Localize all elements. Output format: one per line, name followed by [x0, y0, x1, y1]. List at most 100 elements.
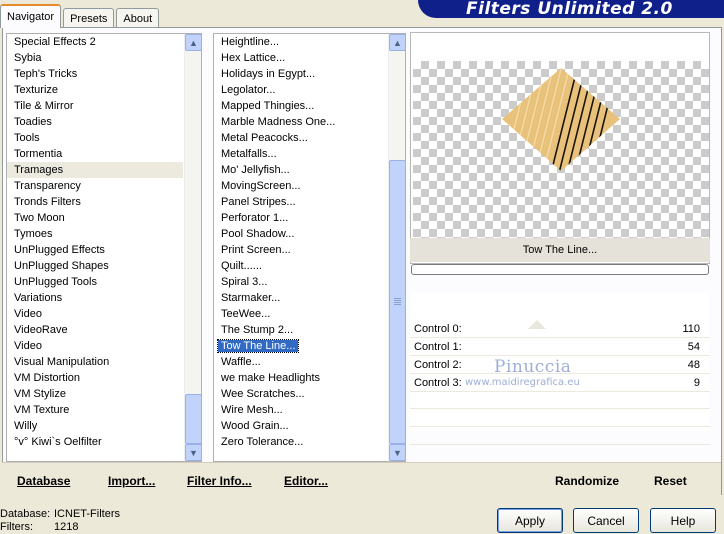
category-label: VM Distortion	[14, 372, 81, 384]
category-item[interactable]: Tools	[7, 130, 183, 146]
control-slider-1[interactable]: Control 1: 54	[410, 338, 710, 356]
category-item[interactable]: Special Effects 2	[7, 34, 183, 50]
filter-label: Wee Scratches...	[221, 388, 305, 400]
reset-link[interactable]: Reset	[654, 474, 687, 488]
category-item[interactable]: Tymoes	[7, 226, 183, 242]
filter-label: Metalfalls...	[221, 148, 277, 160]
category-item[interactable]: VM Distortion	[7, 370, 183, 386]
category-item[interactable]: Tronds Filters	[7, 194, 183, 210]
category-label: UnPlugged Shapes	[14, 260, 109, 272]
filter-item[interactable]: Heightline...	[214, 34, 387, 50]
filter-item[interactable]: Mo' Jellyfish...	[214, 162, 387, 178]
filter-item[interactable]: Wee Scratches...	[214, 386, 387, 402]
control-value: 48	[687, 359, 700, 371]
category-label: Variations	[14, 292, 63, 304]
category-item[interactable]: Willy	[7, 418, 183, 434]
category-item[interactable]: Tile & Mirror	[7, 98, 183, 114]
apply-button[interactable]: Apply	[497, 508, 563, 533]
filter-scrollbar[interactable]: ▲ ▼	[388, 34, 405, 461]
filter-label: we make Headlights	[221, 372, 321, 384]
scroll-down-icon[interactable]: ▼	[185, 444, 201, 461]
category-scrollbar[interactable]: ▲ ▼	[184, 34, 201, 461]
category-item[interactable]: UnPlugged Tools	[7, 274, 183, 290]
filter-label: The Stump 2...	[221, 324, 294, 336]
category-label: VM Stylize	[14, 388, 66, 400]
category-label: Visual Manipulation	[14, 356, 110, 368]
editor-link[interactable]: Editor...	[284, 474, 328, 488]
filter-list[interactable]: Heightline... Hex Lattice... Holidays in E…	[213, 33, 406, 462]
preview-canvas	[413, 61, 709, 239]
filter-item[interactable]: Spiral 3...	[214, 274, 387, 290]
filter-item[interactable]: we make Headlights	[214, 370, 387, 386]
category-item[interactable]: Toadies	[7, 114, 183, 130]
category-list[interactable]: Special Effects 2 Sybia Teph's Tricks Textu…	[6, 33, 202, 462]
filter-item[interactable]: The Stump 2...	[214, 322, 387, 338]
filter-item[interactable]: Wood Grain...	[214, 418, 387, 434]
bottom-toolbar: Database Import... Filter Info... Editor…	[2, 462, 721, 495]
filter-item[interactable]: Zero Tolerance...	[214, 434, 387, 450]
import-link[interactable]: Import...	[108, 474, 155, 488]
category-item[interactable]: Tormentia	[7, 146, 183, 162]
progress-bar	[411, 264, 709, 275]
category-item[interactable]: VM Texture	[7, 402, 183, 418]
filter-item[interactable]: Starmaker...	[214, 290, 387, 306]
category-item[interactable]: Two Moon	[7, 210, 183, 226]
filter-label: Heightline...	[221, 36, 280, 48]
filter-item[interactable]: Wire Mesh...	[214, 402, 387, 418]
category-item[interactable]: VideoRave	[7, 322, 183, 338]
category-item[interactable]: Teph's Tricks	[7, 66, 183, 82]
filter-info-link[interactable]: Filter Info...	[187, 474, 252, 488]
category-label: Tronds Filters	[14, 196, 81, 208]
category-item[interactable]: Variations	[7, 290, 183, 306]
filter-item[interactable]: Panel Stripes...	[214, 194, 387, 210]
filter-item[interactable]: Legolator...	[214, 82, 387, 98]
filter-label: Perforator 1...	[221, 212, 289, 224]
filter-item[interactable]: Tow The Line...	[214, 338, 387, 354]
slider-marker-icon[interactable]	[528, 320, 546, 329]
category-label: Teph's Tricks	[14, 68, 78, 80]
category-item[interactable]: Transparency	[7, 178, 183, 194]
category-label: Transparency	[14, 180, 81, 192]
tab-about[interactable]: About	[116, 8, 160, 28]
filter-item[interactable]: TeeWee...	[214, 306, 387, 322]
category-item[interactable]: UnPlugged Shapes	[7, 258, 183, 274]
scroll-down-icon[interactable]: ▼	[389, 444, 405, 461]
category-item[interactable]: Sybia	[7, 50, 183, 66]
help-button[interactable]: Help	[650, 508, 716, 533]
filter-item[interactable]: Perforator 1...	[214, 210, 387, 226]
filter-item[interactable]: Waffle...	[214, 354, 387, 370]
category-item[interactable]: °v° Kiwi`s Oelfilter	[7, 434, 183, 450]
preview-shape	[502, 68, 620, 171]
filter-label: Mo' Jellyfish...	[221, 164, 290, 176]
watermark-url: www.maidiregrafica.eu	[465, 377, 580, 388]
tab-navigator[interactable]: Navigator	[0, 4, 62, 28]
scroll-thumb[interactable]	[185, 394, 201, 444]
category-item[interactable]: UnPlugged Effects	[7, 242, 183, 258]
filter-item[interactable]: Holidays in Egypt...	[214, 66, 387, 82]
cancel-button[interactable]: Cancel	[573, 508, 639, 533]
filter-item[interactable]: Metalfalls...	[214, 146, 387, 162]
filter-item[interactable]: Quilt......	[214, 258, 387, 274]
filter-item[interactable]: MovingScreen...	[214, 178, 387, 194]
filter-item[interactable]: Pool Shadow...	[214, 226, 387, 242]
control-slider-0[interactable]: Control 0: 110	[410, 320, 710, 338]
filter-label: Wire Mesh...	[221, 404, 283, 416]
filter-item[interactable]: Mapped Thingies...	[214, 98, 387, 114]
filter-item[interactable]: Print Screen...	[214, 242, 387, 258]
randomize-link[interactable]: Randomize	[555, 474, 619, 488]
scroll-up-icon[interactable]: ▲	[389, 34, 405, 51]
category-item[interactable]: Visual Manipulation	[7, 354, 183, 370]
scroll-thumb[interactable]	[389, 160, 405, 444]
scroll-up-icon[interactable]: ▲	[185, 34, 201, 51]
control-label: Control 0:	[414, 323, 462, 335]
filter-item[interactable]: Marble Madness One...	[214, 114, 387, 130]
category-item[interactable]: Video	[7, 338, 183, 354]
filter-item[interactable]: Hex Lattice...	[214, 50, 387, 66]
category-item[interactable]: Tramages	[7, 162, 183, 178]
filter-item[interactable]: Metal Peacocks...	[214, 130, 387, 146]
category-item[interactable]: Texturize	[7, 82, 183, 98]
database-link[interactable]: Database	[17, 474, 70, 488]
category-item[interactable]: VM Stylize	[7, 386, 183, 402]
tab-presets[interactable]: Presets	[63, 8, 115, 28]
category-item[interactable]: Video	[7, 306, 183, 322]
